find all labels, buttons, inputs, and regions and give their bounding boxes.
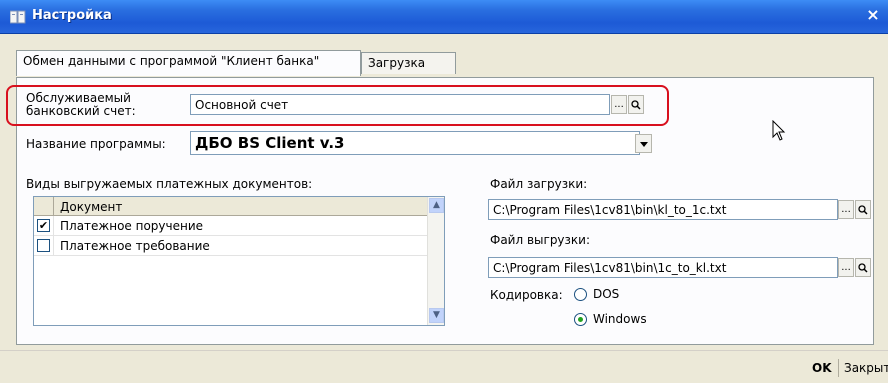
tab-import[interactable]: Загрузка bbox=[361, 52, 456, 74]
chevron-down-icon[interactable] bbox=[635, 134, 652, 153]
export-file-label: Файл выгрузки: bbox=[490, 233, 591, 247]
import-file-open-button[interactable] bbox=[855, 200, 871, 219]
table-row[interactable]: ✔ Платежное поручение bbox=[34, 216, 428, 236]
ok-button[interactable]: OK bbox=[812, 361, 832, 375]
radio-dos[interactable] bbox=[574, 288, 587, 301]
checkbox-column-header bbox=[34, 197, 54, 215]
document-name: Платежное требование bbox=[60, 239, 210, 253]
import-file-label: Файл загрузки: bbox=[490, 177, 588, 191]
search-icon bbox=[858, 205, 868, 215]
scroll-up-icon[interactable]: ▲ bbox=[429, 198, 444, 213]
table-header: Документ bbox=[34, 197, 428, 216]
checkbox-checked[interactable]: ✔ bbox=[37, 219, 50, 232]
export-file-select-button[interactable]: ... bbox=[838, 258, 854, 277]
import-file-select-button[interactable]: ... bbox=[838, 200, 854, 219]
radio-windows-label: Windows bbox=[593, 312, 647, 326]
table-scrollbar[interactable]: ▲ ▼ bbox=[427, 197, 444, 325]
title-bar: Настройка × bbox=[0, 0, 888, 34]
checkbox-unchecked[interactable] bbox=[37, 239, 50, 252]
table-row[interactable]: Платежное требование bbox=[34, 236, 428, 256]
program-value: ДБО BS Client v.3 bbox=[195, 134, 345, 152]
mouse-cursor-icon bbox=[772, 120, 786, 141]
encoding-label: Кодировка: bbox=[490, 288, 563, 302]
import-file-field[interactable]: C:\Program Files\1cv81\bin\kl_to_1c.txt bbox=[488, 199, 838, 220]
button-separator bbox=[838, 359, 839, 377]
radio-dos-label: DOS bbox=[593, 287, 620, 301]
highlight-frame bbox=[6, 85, 669, 126]
documents-label: Виды выгружаемых платежных документов: bbox=[26, 177, 313, 191]
document-name: Платежное поручение bbox=[60, 219, 204, 233]
program-select[interactable]: ДБО BS Client v.3 bbox=[190, 131, 640, 155]
search-icon bbox=[858, 263, 868, 273]
export-file-field[interactable]: C:\Program Files\1cv81\bin\1c_to_kl.txt bbox=[488, 257, 838, 278]
window-close-button[interactable]: × bbox=[864, 6, 882, 24]
documents-table: Документ ✔ Платежное поручение Платежное… bbox=[33, 196, 445, 326]
button-bar: OK Закрыть bbox=[0, 350, 888, 383]
export-file-open-button[interactable] bbox=[855, 258, 871, 277]
scroll-down-icon[interactable]: ▼ bbox=[429, 308, 444, 323]
close-button[interactable]: Закрыть bbox=[844, 361, 888, 375]
tab-client-bank-exchange[interactable]: Обмен данными с программой "Клиент банка… bbox=[16, 50, 361, 76]
document-column-header: Документ bbox=[60, 200, 123, 214]
app-icon bbox=[10, 10, 26, 24]
program-label: Название программы: bbox=[26, 137, 166, 151]
window-title: Настройка bbox=[32, 8, 112, 23]
radio-windows[interactable] bbox=[574, 313, 587, 326]
